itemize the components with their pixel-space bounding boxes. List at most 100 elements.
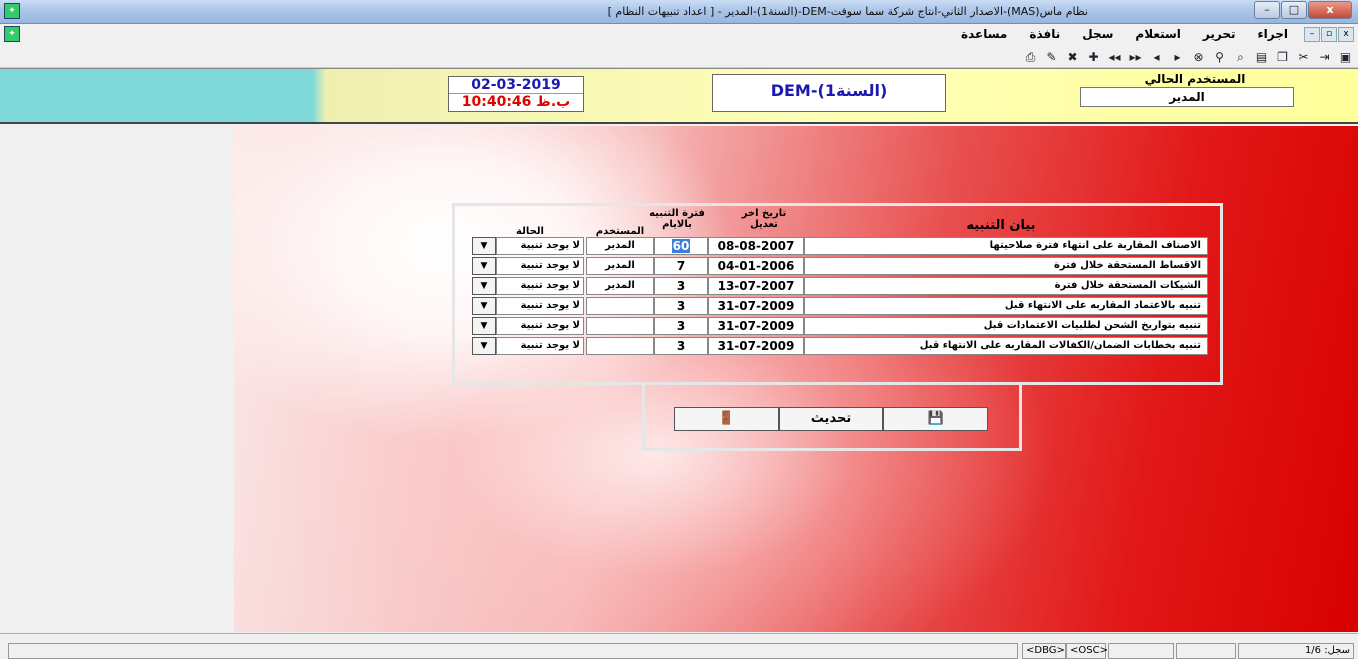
date-cell[interactable]: 13-07-2007 <box>708 277 804 295</box>
table-row[interactable]: ▼ لا يوجد تنبية المدير 60 08-08-2007 الا… <box>472 237 1208 255</box>
header-last-modified: تاريخ اخر تعديل <box>741 208 787 230</box>
user-cell[interactable]: المدير <box>586 237 654 255</box>
status-cell[interactable]: لا يوجد تنبية <box>496 257 584 275</box>
save-icon[interactable]: ▣ <box>1337 49 1354 65</box>
main-left-blank <box>0 126 234 632</box>
mdi-controls: – ▫ x <box>1304 27 1354 42</box>
status-dropdown[interactable]: ▼ <box>472 297 496 315</box>
clear-icon[interactable]: ⊗ <box>1190 49 1207 65</box>
mdi-minimize-button[interactable]: – <box>1304 27 1320 42</box>
table-row[interactable]: ▼ لا يوجد تنبية 3 31-07-2009 تنبيه بتوار… <box>472 317 1208 335</box>
status-dropdown[interactable]: ▼ <box>472 257 496 275</box>
title-bar: ✦ نظام ماس(MAS)-الاصدار الثاني-انتاج شرك… <box>0 0 1358 24</box>
save-button[interactable]: 💾 <box>883 407 989 431</box>
exit-icon: 🚪 <box>718 411 735 426</box>
period-cell[interactable]: 60 <box>654 237 708 255</box>
description-cell[interactable]: تنبيه بخطابات الضمان/الكفالات المقاربه ع… <box>804 337 1208 355</box>
exit-button[interactable]: 🚪 <box>674 407 779 431</box>
period-cell[interactable]: 7 <box>654 257 708 275</box>
tools-icon[interactable]: ✎ <box>1043 49 1060 65</box>
current-user-field: المدير <box>1080 87 1294 107</box>
document-icon[interactable]: ✦ <box>4 26 20 42</box>
mdi-close-button[interactable]: x <box>1338 27 1354 42</box>
status-dropdown[interactable]: ▼ <box>472 317 496 335</box>
description-cell[interactable]: الاصناف المقاربة على انتهاء فترة صلاحيته… <box>804 237 1208 255</box>
close-button[interactable]: x <box>1308 1 1352 19</box>
date-cell[interactable]: 31-07-2009 <box>708 297 804 315</box>
exit-icon[interactable]: ⇥ <box>1316 49 1333 65</box>
table-row[interactable]: ▼ لا يوجد تنبية المدير 7 04-01-2006 الاق… <box>472 257 1208 275</box>
description-cell[interactable]: الاقساط المستحقة خلال فترة <box>804 257 1208 275</box>
record-counter: سجل: 1/6 <box>1238 643 1354 659</box>
cut-icon[interactable]: ✂ <box>1295 49 1312 65</box>
add-icon[interactable]: ✚ <box>1085 49 1102 65</box>
current-user-label: المستخدم الحالي <box>1144 72 1246 86</box>
header-user: المستخدم <box>595 226 645 237</box>
date-cell[interactable]: 31-07-2009 <box>708 317 804 335</box>
menu-items: اجراء تحرير استعلام سجل نافذة مساعدة <box>961 27 1288 41</box>
user-cell[interactable] <box>586 337 654 355</box>
company-name: DEM-(السنة1) <box>712 74 946 112</box>
menu-action[interactable]: اجراء <box>1258 27 1288 41</box>
current-date: 02-03-2019 <box>471 77 561 93</box>
date-time-box: 02-03-2019 10:40:46 ب.ظ <box>448 76 584 112</box>
menu-edit[interactable]: تحرير <box>1203 27 1236 41</box>
menu-help[interactable]: مساعدة <box>961 27 1007 41</box>
date-cell[interactable]: 04-01-2006 <box>708 257 804 275</box>
find-icon[interactable]: ⚲ <box>1211 49 1228 65</box>
query-icon[interactable]: ⌕ <box>1232 49 1249 65</box>
status-cell[interactable]: لا يوجد تنبية <box>496 237 584 255</box>
user-cell[interactable] <box>586 297 654 315</box>
prev-icon[interactable]: ◂ <box>1148 49 1165 65</box>
period-cell[interactable]: 3 <box>654 297 708 315</box>
last-icon[interactable]: ▸▸ <box>1127 49 1144 65</box>
menu-query[interactable]: استعلام <box>1135 27 1181 41</box>
refresh-button[interactable]: تحديث <box>778 407 884 431</box>
print-icon[interactable]: ⎙ <box>1022 49 1039 65</box>
header-period: فترة التنبيه بالايام <box>649 208 705 230</box>
status-dropdown[interactable]: ▼ <box>472 237 496 255</box>
menu-record[interactable]: سجل <box>1082 27 1113 41</box>
description-cell[interactable]: تنبيه بتواريخ الشحن لطلبيات الاعتمادات ق… <box>804 317 1208 335</box>
app-icon[interactable]: ✦ <box>4 3 20 19</box>
copy-icon[interactable]: ❐ <box>1274 49 1291 65</box>
period-cell[interactable]: 3 <box>654 337 708 355</box>
status-dropdown[interactable]: ▼ <box>472 337 496 355</box>
date-cell[interactable]: 08-08-2007 <box>708 237 804 255</box>
status-cell[interactable]: لا يوجد تنبية <box>496 317 584 335</box>
next-icon[interactable]: ▸ <box>1169 49 1186 65</box>
minimize-button[interactable]: – <box>1254 1 1280 19</box>
status-osc: <OSC> <box>1066 643 1108 659</box>
header-description: بيان التنبيه <box>966 218 1036 233</box>
status-dbg: <DBG> <box>1022 643 1066 659</box>
header-status: الحالة <box>516 226 544 237</box>
status-cell[interactable]: لا يوجد تنبية <box>496 337 584 355</box>
delete-icon[interactable]: ✖ <box>1064 49 1081 65</box>
period-value[interactable]: 60 <box>671 239 691 253</box>
description-cell[interactable]: الشيكات المستحقة خلال فترة <box>804 277 1208 295</box>
period-cell[interactable]: 3 <box>654 277 708 295</box>
date-cell[interactable]: 31-07-2009 <box>708 337 804 355</box>
status-bar: <DBG> <OSC> سجل: 1/6 <box>0 633 1358 659</box>
status-dropdown[interactable]: ▼ <box>472 277 496 295</box>
menu-bar: ✦ اجراء تحرير استعلام سجل نافذة مساعدة –… <box>0 24 1358 46</box>
button-row: 🚪 تحديث 💾 <box>674 407 989 431</box>
maximize-button[interactable]: □ <box>1281 1 1307 19</box>
paste-icon[interactable]: ▤ <box>1253 49 1270 65</box>
user-cell[interactable]: المدير <box>586 277 654 295</box>
user-cell[interactable]: المدير <box>586 257 654 275</box>
table-row[interactable]: ▼ لا يوجد تنبية المدير 3 13-07-2007 الشي… <box>472 277 1208 295</box>
window-title: نظام ماس(MAS)-الاصدار الثاني-انتاج شركة … <box>607 5 1088 18</box>
status-cell[interactable]: لا يوجد تنبية <box>496 297 584 315</box>
first-icon[interactable]: ◂◂ <box>1106 49 1123 65</box>
menu-window[interactable]: نافذة <box>1029 27 1060 41</box>
save-icon: 💾 <box>927 411 944 426</box>
table-row[interactable]: ▼ لا يوجد تنبية 3 31-07-2009 تنبيه بخطاب… <box>472 337 1208 355</box>
mdi-restore-button[interactable]: ▫ <box>1321 27 1337 42</box>
window-controls: – □ x <box>1254 1 1352 19</box>
status-cell[interactable]: لا يوجد تنبية <box>496 277 584 295</box>
period-cell[interactable]: 3 <box>654 317 708 335</box>
user-cell[interactable] <box>586 317 654 335</box>
table-row[interactable]: ▼ لا يوجد تنبية 3 31-07-2009 تنبيه بالاع… <box>472 297 1208 315</box>
description-cell[interactable]: تنبيه بالاعتماد المقاربه على الانتهاء قب… <box>804 297 1208 315</box>
